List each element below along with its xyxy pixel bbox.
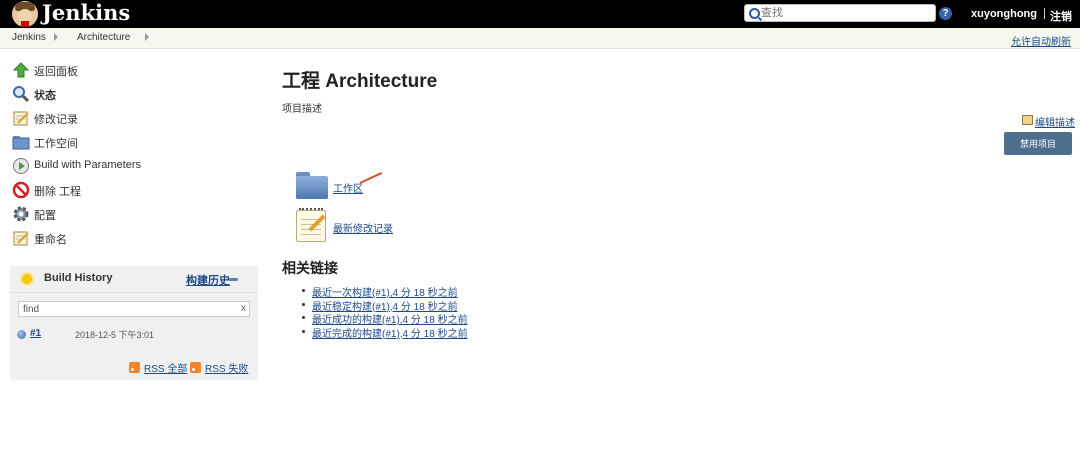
task-label: 配置 [34,210,56,222]
no-entry-icon [12,181,30,199]
task-label: 重命名 [34,234,67,246]
build-status-ball-icon [17,330,26,339]
jenkins-logo-icon[interactable] [12,1,38,27]
header-separator [1044,8,1045,19]
project-description: 项目描述 [282,104,322,115]
list-item: 最近完成的构建(#1),4 分 18 秒之前 [300,325,468,340]
top-header: Jenkins ? xuyonghong 注销 [0,0,1080,28]
task-label: 修改记录 [34,114,78,126]
breadcrumb-architecture[interactable]: Architecture [77,32,130,43]
permalinks-list: 最近一次构建(#1),4 分 18 秒之前 最近稳定构建(#1),4 分 18 … [300,284,468,340]
breadcrumb: Jenkins Architecture [0,28,1080,49]
breadcrumb-chevron-icon[interactable] [145,33,149,41]
auto-refresh-link[interactable]: 允许自动刷新 [1011,33,1071,48]
task-label: Build with Parameters [34,159,141,171]
logout-link[interactable]: 注销 [1050,8,1072,24]
permalink-last-completed[interactable]: 最近完成的构建(#1),4 分 18 秒之前 [312,329,468,340]
breadcrumb-chevron-icon[interactable] [54,33,58,41]
edit-description-text[interactable]: 编辑描述 [1035,114,1075,129]
rss-failed-link[interactable]: RSS 失败 [205,360,248,375]
edit-notepad-icon [1022,115,1033,125]
help-icon[interactable]: ? [939,7,952,20]
changes-notepad-icon[interactable] [296,208,326,242]
build-filter-input[interactable] [23,303,223,315]
build-history-panel: Build History 构建历史 x #1 2018-12-5 下午3:01… [10,266,258,380]
disable-project-button[interactable]: 禁用项目 [1004,132,1072,155]
rss-all-link[interactable]: RSS 全部 [144,360,187,375]
rss-icon[interactable] [129,362,140,373]
build-trend-link[interactable]: 构建历史 [186,272,230,288]
task-label: 工作空间 [34,138,78,150]
workspace-link[interactable]: 工作区 [333,180,363,195]
clear-filter-icon[interactable]: x [241,303,246,314]
build-date: 2018-12-5 下午3:01 [75,330,155,340]
build-number-link[interactable]: #1 [30,328,41,339]
build-history-title: Build History [44,272,113,284]
task-label: 返回面板 [34,66,78,78]
list-item: 最近成功的构建(#1),4 分 18 秒之前 [300,311,468,326]
up-arrow-icon [12,62,30,78]
recent-changes-link[interactable]: 最新修改记录 [333,220,393,235]
page-title: 工程 Architecture [282,71,438,92]
breadcrumb-jenkins[interactable]: Jenkins [12,32,46,43]
magnifier-icon [13,86,30,103]
task-label: 删除 工程 [34,186,82,198]
rss-icon[interactable] [190,362,201,373]
related-links-heading: 相关链接 [282,260,338,276]
task-label: 状态 [34,90,56,102]
username-link[interactable]: xuyonghong [971,8,1037,20]
annotation-arrow [359,171,383,184]
build-filter-box[interactable]: x [18,301,250,317]
collapse-icon[interactable] [229,278,238,281]
list-item: 最近一次构建(#1),4 分 18 秒之前 [300,284,468,299]
workspace-folder-icon[interactable] [296,172,328,199]
jenkins-brand[interactable]: Jenkins [42,1,130,25]
folder-icon [12,136,30,150]
clock-play-icon [13,158,29,174]
build-history-header: Build History 构建历史 [10,266,258,293]
list-item: 最近稳定构建(#1),4 分 18 秒之前 [300,298,468,313]
search-box[interactable] [744,4,936,22]
notepad-icon [13,111,29,126]
search-icon [749,8,760,19]
gear-icon [13,206,29,222]
search-input[interactable] [761,6,931,20]
sun-icon [22,274,32,284]
notepad-icon [13,231,29,246]
